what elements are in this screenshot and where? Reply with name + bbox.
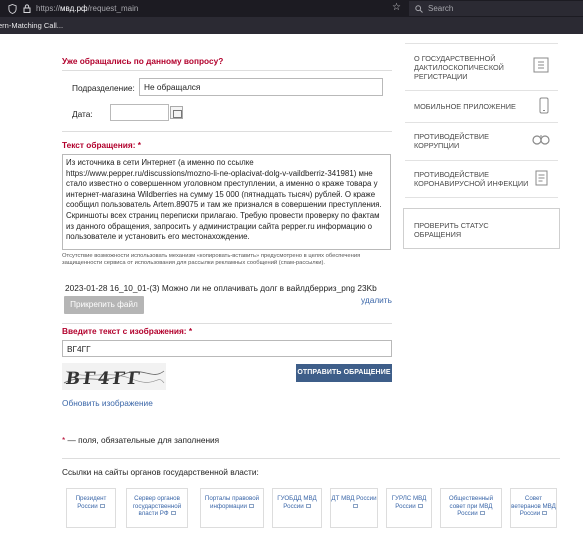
required-fields-note: * — поля, обязательные для заполнения bbox=[62, 435, 219, 445]
attached-file-name: 2023-01-28 16_10_01-(3) Можно ли не опла… bbox=[65, 283, 377, 293]
sidebar-item-label: О ГОСУДАРСТВЕННОЙ ДАКТИЛОСКОПИЧЕСКОЙ РЕГ… bbox=[414, 54, 504, 81]
external-link-icon bbox=[417, 503, 423, 508]
required-star: * bbox=[62, 435, 66, 445]
external-link-icon bbox=[99, 503, 105, 508]
fingerprint-icon bbox=[533, 57, 549, 73]
divider bbox=[62, 323, 392, 324]
copy-paste-note: Отсутствие возможности использовать меха… bbox=[62, 253, 361, 267]
external-link-icon bbox=[479, 511, 485, 516]
gov-link-legal[interactable]: Порталы правовой информации bbox=[200, 488, 264, 528]
sidebar-item-coronavirus[interactable]: ПРОТИВОДЕЙСТВИЕ КОРОНАВИРУСНОЙ ИНФЕКЦИИ bbox=[405, 160, 558, 198]
delete-file-link[interactable]: удалить bbox=[361, 295, 392, 305]
calendar-icon[interactable] bbox=[170, 106, 183, 119]
department-label: Подразделение: bbox=[72, 83, 135, 93]
gov-links-title: Ссылки на сайты органов государственной … bbox=[62, 467, 259, 477]
gov-link-label: ГУОБДД МВД России bbox=[277, 495, 317, 510]
bookmarks-bar: ern-Matching Call... bbox=[0, 17, 583, 34]
browser-toolbar: https://мвд.рф/request_main ☆ Search bbox=[0, 0, 583, 17]
request-text-area[interactable]: Из источника в сети Интернет (а именно п… bbox=[62, 154, 391, 250]
divider bbox=[62, 458, 560, 459]
check-status-label: ПРОВЕРИТЬ СТАТУС ОБРАЩЕНИЯ bbox=[414, 221, 489, 239]
gov-link-gurls[interactable]: ГУРЛС МВД России bbox=[386, 488, 432, 528]
url-host: мвд.рф bbox=[60, 4, 88, 13]
sidebar-item-mobile-app[interactable]: МОБИЛЬНОЕ ПРИЛОЖЕНИЕ bbox=[405, 90, 558, 122]
search-icon bbox=[415, 4, 423, 13]
check-status-button[interactable]: ПРОВЕРИТЬ СТАТУС ОБРАЩЕНИЯ bbox=[403, 208, 560, 249]
captcha-title: Введите текст с изображения: * bbox=[62, 326, 193, 336]
submit-request-button[interactable]: ОТПРАВИТЬ ОБРАЩЕНИЕ bbox=[296, 364, 392, 382]
sidebar-item-label: ПРОТИВОДЕЙСТВИЕ КОРРУПЦИИ bbox=[414, 132, 489, 150]
attach-file-button[interactable]: Прикрепить файл bbox=[64, 296, 144, 314]
external-link-icon bbox=[305, 503, 311, 508]
address-bar[interactable]: https://мвд.рф/request_main bbox=[36, 4, 138, 13]
document-icon bbox=[535, 170, 548, 186]
search-placeholder: Search bbox=[428, 4, 454, 13]
sidebar-item-label: ПРОТИВОДЕЙСТВИЕ КОРОНАВИРУСНОЙ ИНФЕКЦИИ bbox=[414, 170, 529, 188]
gov-link-dt[interactable]: ДТ МВД России bbox=[330, 488, 378, 528]
external-link-icon bbox=[542, 511, 548, 516]
external-link-icon bbox=[170, 511, 176, 516]
sidebar-item-anticorruption[interactable]: ПРОТИВОДЕЙСТВИЕ КОРРУПЦИИ bbox=[405, 122, 558, 160]
bookmark-star-icon[interactable]: ☆ bbox=[392, 2, 401, 13]
handcuffs-icon bbox=[532, 135, 550, 145]
gov-link-label: ДТ МВД России bbox=[331, 495, 377, 502]
required-note-text: — поля, обязательные для заполнения bbox=[67, 435, 220, 445]
captcha-input[interactable]: ВГ4ГГ bbox=[62, 340, 392, 357]
phone-icon bbox=[539, 97, 549, 114]
refresh-captcha-link[interactable]: Обновить изображение bbox=[62, 398, 153, 408]
gov-link-veterans[interactable]: Совет ветеранов МВД России bbox=[510, 488, 557, 528]
date-label: Дата: bbox=[72, 109, 93, 119]
captcha-glyphs: ВГ4ГГ bbox=[64, 369, 143, 389]
gov-link-label: Совет ветеранов МВД России bbox=[511, 495, 556, 517]
external-link-icon bbox=[249, 503, 254, 508]
gov-link-label: Общественный совет при МВД России bbox=[448, 495, 494, 517]
gov-link-president[interactable]: Президент России bbox=[66, 488, 116, 528]
sidebar-item-label: МОБИЛЬНОЕ ПРИЛОЖЕНИЕ bbox=[414, 102, 516, 111]
previous-request-title: Уже обращались по данному вопросу? bbox=[62, 56, 224, 66]
bookmark-item[interactable]: ern-Matching Call... bbox=[0, 21, 63, 30]
gov-link-server[interactable]: Сервер органов государственной власти РФ bbox=[126, 488, 188, 528]
gov-link-guobdd[interactable]: ГУОБДД МВД России bbox=[272, 488, 322, 528]
date-field[interactable] bbox=[110, 104, 169, 121]
sidebar-item-fingerprint[interactable]: О ГОСУДАРСТВЕННОЙ ДАКТИЛОСКОПИЧЕСКОЙ РЕГ… bbox=[405, 43, 558, 90]
department-field[interactable]: Не обращался bbox=[139, 78, 383, 96]
request-text-title: Текст обращения: * bbox=[62, 140, 142, 150]
divider bbox=[62, 70, 392, 71]
url-prefix: https:// bbox=[36, 4, 61, 13]
lock-icon[interactable] bbox=[23, 4, 31, 13]
divider bbox=[62, 131, 392, 132]
search-input[interactable]: Search bbox=[409, 1, 583, 16]
gov-link-council[interactable]: Общественный совет при МВД России bbox=[440, 488, 502, 528]
external-link-icon bbox=[352, 503, 358, 508]
url-path: /request_main bbox=[87, 4, 139, 13]
shield-icon[interactable] bbox=[8, 3, 17, 14]
captcha-image: ВГ4ГГ bbox=[62, 363, 166, 390]
